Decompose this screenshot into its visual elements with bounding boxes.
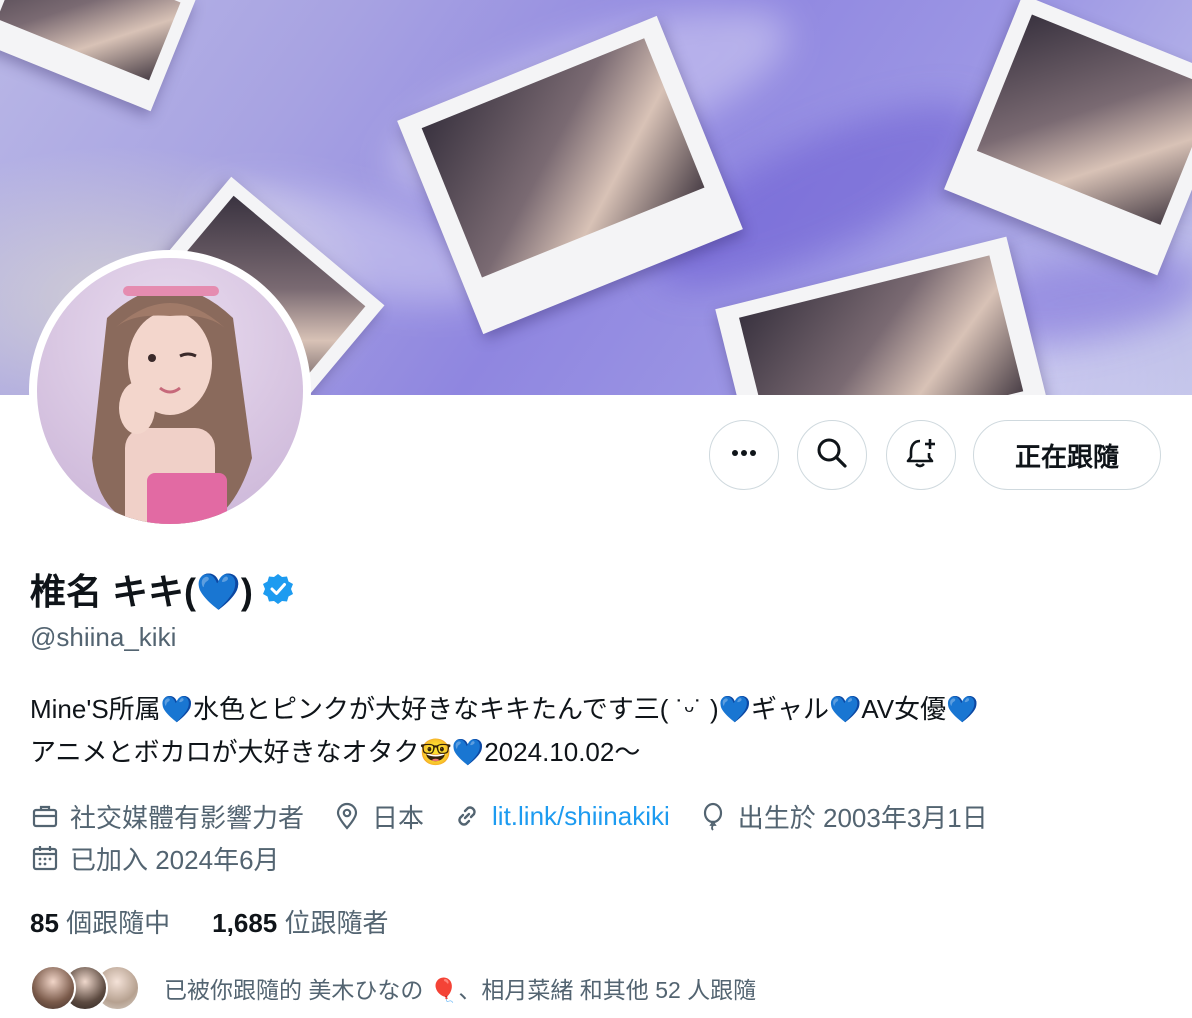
link-icon (458, 806, 476, 826)
more-icon (727, 436, 761, 475)
notify-button[interactable] (886, 420, 956, 490)
verified-badge-icon[interactable] (261, 572, 295, 606)
birthday-item: 出生於 2003年3月1日 (698, 798, 988, 835)
briefcase-icon (32, 805, 58, 828)
avatar (30, 965, 76, 1011)
following-stat[interactable]: 85 個跟隨中 (30, 903, 170, 940)
location-item: 日本 (332, 798, 424, 835)
balloon-icon (703, 802, 722, 831)
bio-line-1: Mine'S所属💙水色とピンクが大好きなキキたんです三( ˙ᵕ˙ )💙ギャル💙A… (30, 694, 979, 724)
display-name: 椎名 キキ(💙) (30, 571, 253, 612)
followed-by-text: 已被你跟隨的 美木ひなの 🎈、相月菜緒 和其他 52 人跟隨 (164, 977, 757, 1003)
display-name-row: 椎名 キキ(💙) (30, 563, 295, 615)
more-button[interactable] (709, 420, 779, 490)
followers-stat[interactable]: 1,685 位跟隨者 (212, 903, 388, 940)
search-button[interactable] (797, 420, 867, 490)
bio-line-2: アニメとボカロが大好きなオタク🤓💙2024.10.02～ (30, 737, 641, 767)
joined-item: 已加入 2024年6月 (30, 840, 280, 877)
follow-stats: 85 個跟隨中 1,685 位跟隨者 (30, 903, 431, 940)
location-pin-icon (336, 802, 358, 830)
profile-avatar[interactable] (29, 250, 311, 532)
category-item: 社交媒體有影響力者 (30, 798, 304, 835)
search-icon (814, 435, 850, 476)
bio: Mine'S所属💙水色とピンクが大好きなキキたんです三( ˙ᵕ˙ )💙ギャル💙A… (30, 688, 1170, 774)
avatar-photo (37, 258, 303, 524)
followed-by-row[interactable]: 已被你跟隨的 美木ひなの 🎈、相月菜緒 和其他 52 人跟隨 (30, 963, 756, 1013)
handle: @shiina_kiki (30, 622, 177, 652)
bell-plus-icon (903, 435, 939, 476)
calendar-icon (32, 846, 58, 871)
website-link[interactable]: lit.link/shiinakiki (492, 801, 670, 832)
profile-meta: 社交媒體有影響力者 日本 lit.link/shiinakiki 出生於 200… (30, 795, 1016, 879)
website-item: lit.link/shiinakiki (452, 801, 670, 832)
following-button[interactable]: 正在跟隨 (973, 420, 1161, 490)
